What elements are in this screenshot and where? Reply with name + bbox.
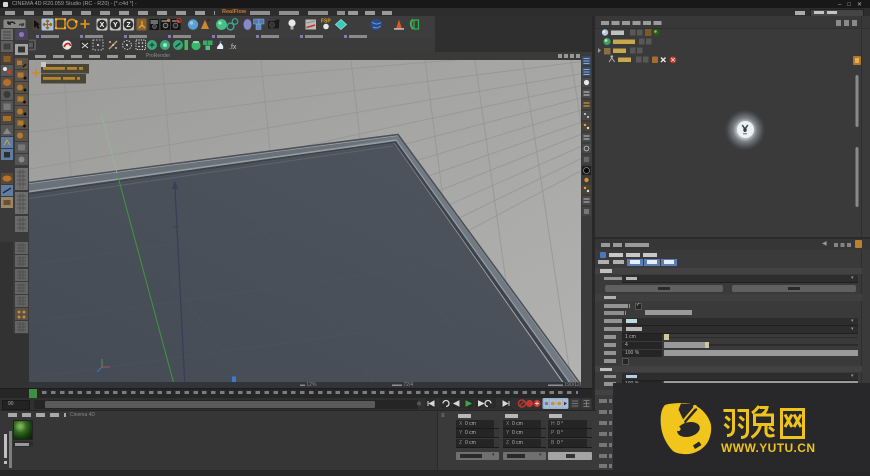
svg-text:.fx: .fx [229, 44, 237, 51]
svg-text:FSP: FSP [321, 19, 331, 25]
svg-text:Z: Z [126, 22, 131, 29]
svg-text:Y: Y [113, 22, 118, 29]
svg-text:WWW.YUTU.CN: WWW.YUTU.CN [721, 441, 815, 455]
svg-text:X: X [100, 22, 105, 29]
